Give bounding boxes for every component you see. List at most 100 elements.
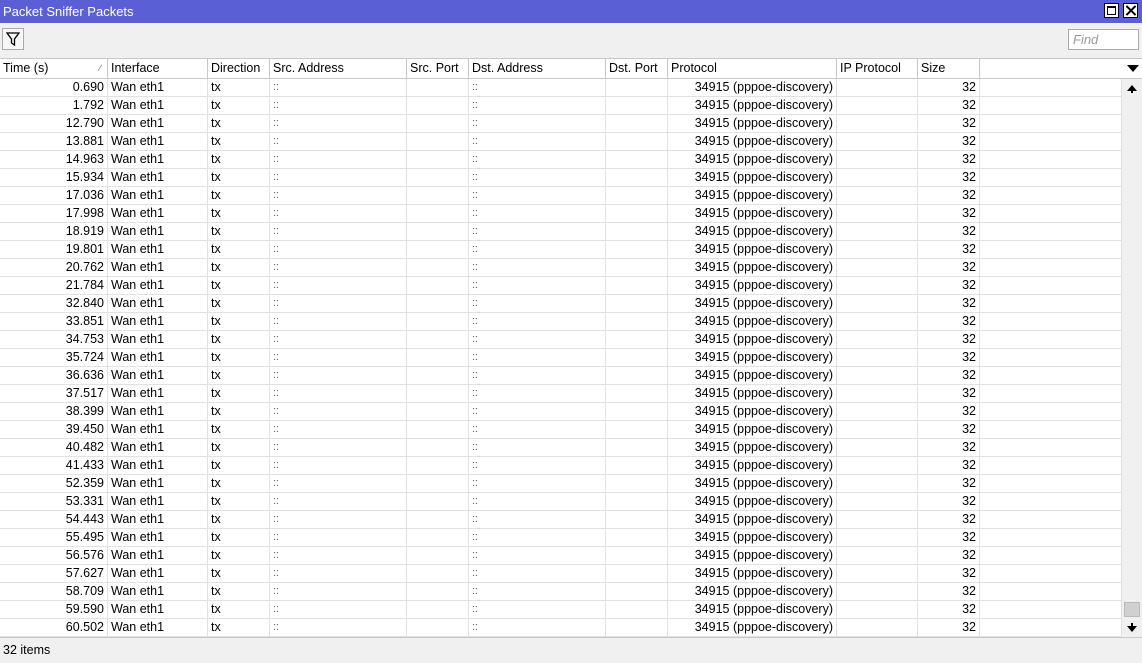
cell-src: :: [270, 385, 407, 402]
cell-src: :: [270, 259, 407, 276]
table-row[interactable]: 15.934 Wan eth1 tx:::: 34915 (pppoe-discove… [0, 169, 1121, 187]
column-header-protocol[interactable]: Protocol [668, 59, 837, 78]
cell-dst: :: [469, 205, 606, 222]
cell-time: 37.517 [0, 385, 108, 402]
column-header-time[interactable]: Time (s) ⁄ [0, 59, 108, 78]
table-row[interactable]: 55.495 Wan eth1 tx:::: 34915 (pppoe-discove… [0, 529, 1121, 547]
close-icon[interactable] [1123, 3, 1138, 18]
cell-sport [407, 223, 469, 240]
cell-proto: 34915 (pppoe-discovery) [668, 169, 837, 186]
column-header-dst-port[interactable]: Dst. Port [606, 59, 668, 78]
cell-dport [606, 223, 668, 240]
sort-indicator-icon: ⁄ [99, 63, 101, 73]
cell-dir: tx [208, 367, 270, 384]
window-title: Packet Sniffer Packets [3, 4, 134, 19]
cell-iface: Wan eth1 [108, 565, 208, 582]
cell-proto: 34915 (pppoe-discovery) [668, 457, 837, 474]
maximize-icon[interactable] [1104, 3, 1119, 18]
table-row[interactable]: 53.331 Wan eth1 tx:::: 34915 (pppoe-discove… [0, 493, 1121, 511]
cell-size: 32 [918, 493, 980, 510]
cell-time: 59.590 [0, 601, 108, 618]
cell-time: 17.036 [0, 187, 108, 204]
cell-proto: 34915 (pppoe-discovery) [668, 295, 837, 312]
table-row[interactable]: 38.399 Wan eth1 tx:::: 34915 (pppoe-discove… [0, 403, 1121, 421]
arrow-up-icon[interactable] [1124, 81, 1140, 97]
column-header-src-port[interactable]: Src. Port [407, 59, 469, 78]
column-header-direction[interactable]: Direction [208, 59, 270, 78]
cell-dir: tx [208, 151, 270, 168]
table-row[interactable]: 59.590 Wan eth1 tx:::: 34915 (pppoe-discove… [0, 601, 1121, 619]
cell-proto: 34915 (pppoe-discovery) [668, 205, 837, 222]
item-count: 32 items [3, 643, 51, 657]
table-row[interactable]: 41.433 Wan eth1 tx:::: 34915 (pppoe-discove… [0, 457, 1121, 475]
table-row[interactable]: 58.709 Wan eth1 tx:::: 34915 (pppoe-discove… [0, 583, 1121, 601]
cell-ipp [837, 619, 918, 636]
cell-src: :: [270, 529, 407, 546]
arrow-down-icon[interactable] [1124, 620, 1140, 636]
cell-src: :: [270, 295, 407, 312]
cell-iface: Wan eth1 [108, 241, 208, 258]
cell-size: 32 [918, 619, 980, 636]
cell-dir: tx [208, 439, 270, 456]
table-row[interactable]: 56.576 Wan eth1 tx:::: 34915 (pppoe-discove… [0, 547, 1121, 565]
table-row[interactable]: 17.998 Wan eth1 tx:::: 34915 (pppoe-discove… [0, 205, 1121, 223]
table-row[interactable]: 19.801 Wan eth1 tx:::: 34915 (pppoe-discove… [0, 241, 1121, 259]
table-row[interactable]: 20.762 Wan eth1 tx:::: 34915 (pppoe-discove… [0, 259, 1121, 277]
column-header-src-address[interactable]: Src. Address [270, 59, 407, 78]
cell-sport [407, 187, 469, 204]
table-row[interactable]: 57.627 Wan eth1 tx:::: 34915 (pppoe-discove… [0, 565, 1121, 583]
cell-ipp [837, 79, 918, 96]
table-row[interactable]: 21.784 Wan eth1 tx:::: 34915 (pppoe-discove… [0, 277, 1121, 295]
cell-dport [606, 349, 668, 366]
cell-proto: 34915 (pppoe-discovery) [668, 403, 837, 420]
table-row[interactable]: 1.792 Wan eth1 tx:::: 34915 (pppoe-discover… [0, 97, 1121, 115]
table-row[interactable]: 0.690 Wan eth1 tx:::: 34915 (pppoe-discover… [0, 79, 1121, 97]
cell-ipp [837, 187, 918, 204]
table-row[interactable]: 17.036 Wan eth1 tx:::: 34915 (pppoe-discove… [0, 187, 1121, 205]
filter-icon [6, 32, 20, 46]
table-row[interactable]: 12.790 Wan eth1 tx:::: 34915 (pppoe-discove… [0, 115, 1121, 133]
cell-ipp [837, 241, 918, 258]
table-row[interactable]: 60.502 Wan eth1 tx:::: 34915 (pppoe-discove… [0, 619, 1121, 637]
cell-dst: :: [469, 457, 606, 474]
cell-dst: :: [469, 439, 606, 456]
table-row[interactable]: 34.753 Wan eth1 tx:::: 34915 (pppoe-discove… [0, 331, 1121, 349]
column-header-dst-address[interactable]: Dst. Address [469, 59, 606, 78]
cell-src: :: [270, 115, 407, 132]
table-row[interactable]: 40.482 Wan eth1 tx:::: 34915 (pppoe-discove… [0, 439, 1121, 457]
table-row[interactable]: 18.919 Wan eth1 tx:::: 34915 (pppoe-discove… [0, 223, 1121, 241]
table-row[interactable]: 13.881 Wan eth1 tx:::: 34915 (pppoe-discove… [0, 133, 1121, 151]
cell-ipp [837, 259, 918, 276]
cell-dport [606, 79, 668, 96]
cell-time: 36.636 [0, 367, 108, 384]
cell-sport [407, 385, 469, 402]
cell-size: 32 [918, 259, 980, 276]
table-row[interactable]: 37.517 Wan eth1 tx:::: 34915 (pppoe-discove… [0, 385, 1121, 403]
cell-proto: 34915 (pppoe-discovery) [668, 475, 837, 492]
cell-dst: :: [469, 277, 606, 294]
cell-size: 32 [918, 313, 980, 330]
column-header-interface[interactable]: Interface [108, 59, 208, 78]
chevron-down-icon[interactable] [1122, 59, 1142, 78]
table-row[interactable]: 54.443 Wan eth1 tx:::: 34915 (pppoe-discove… [0, 511, 1121, 529]
cell-size: 32 [918, 565, 980, 582]
table-row[interactable]: 14.963 Wan eth1 tx:::: 34915 (pppoe-discove… [0, 151, 1121, 169]
cell-proto: 34915 (pppoe-discovery) [668, 583, 837, 600]
column-header-ip-protocol[interactable]: IP Protocol [837, 59, 918, 78]
table-row[interactable]: 33.851 Wan eth1 tx:::: 34915 (pppoe-discove… [0, 313, 1121, 331]
cell-src: :: [270, 565, 407, 582]
vertical-scrollbar[interactable] [1121, 79, 1142, 638]
find-input[interactable] [1068, 29, 1139, 50]
cell-src: :: [270, 313, 407, 330]
table-row[interactable]: 35.724 Wan eth1 tx:::: 34915 (pppoe-discove… [0, 349, 1121, 367]
cell-proto: 34915 (pppoe-discovery) [668, 493, 837, 510]
table-row[interactable]: 32.840 Wan eth1 tx:::: 34915 (pppoe-discove… [0, 295, 1121, 313]
column-header-size[interactable]: Size [918, 59, 980, 78]
table-row[interactable]: 52.359 Wan eth1 tx:::: 34915 (pppoe-discove… [0, 475, 1121, 493]
filter-button[interactable] [2, 28, 24, 50]
table-row[interactable]: 36.636 Wan eth1 tx:::: 34915 (pppoe-discove… [0, 367, 1121, 385]
table-row[interactable]: 39.450 Wan eth1 tx:::: 34915 (pppoe-discove… [0, 421, 1121, 439]
cell-time: 57.627 [0, 565, 108, 582]
scrollbar-thumb[interactable] [1124, 602, 1140, 617]
cell-proto: 34915 (pppoe-discovery) [668, 619, 837, 636]
